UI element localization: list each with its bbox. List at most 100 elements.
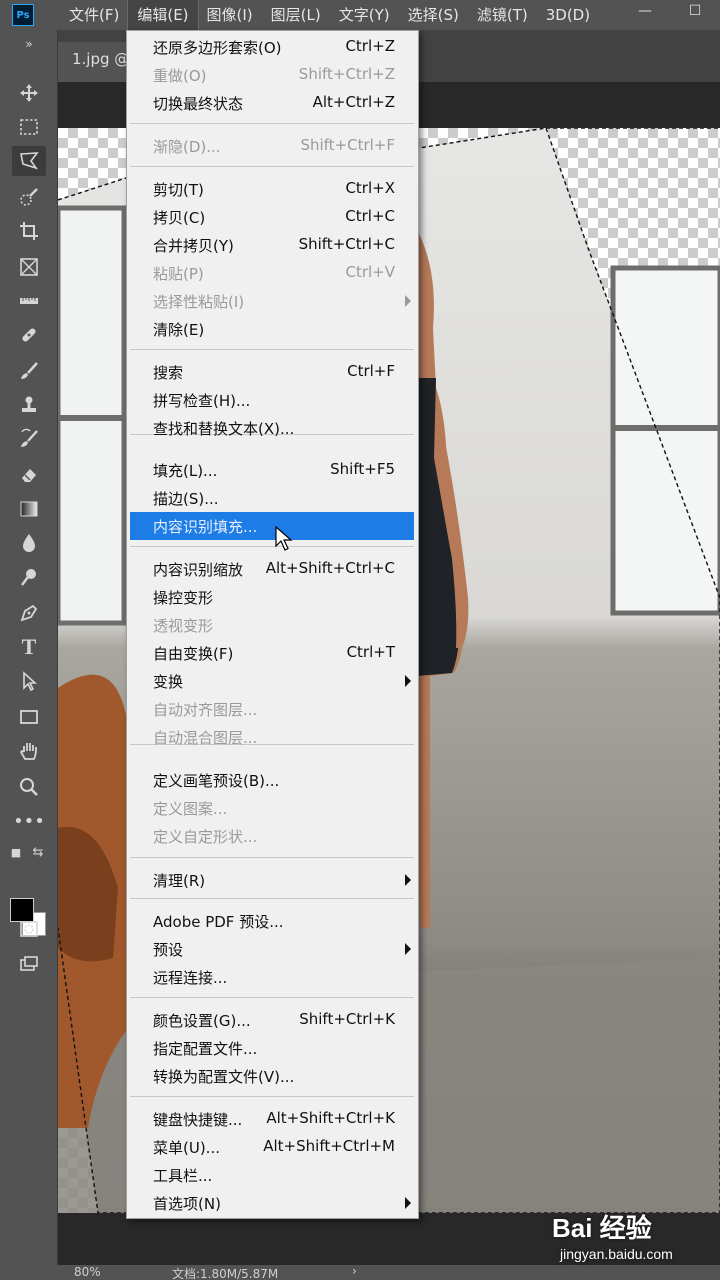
dodge-tool-icon[interactable] (12, 562, 46, 592)
type-tool-icon[interactable]: T (12, 632, 46, 662)
menu-separator (130, 349, 414, 350)
swap-colors-icon[interactable]: ⇆ (28, 842, 48, 862)
frame-tool-icon[interactable] (12, 252, 46, 282)
menu-filter[interactable]: 滤镜(T) (468, 0, 537, 30)
document-info: 文档:1.80M/5.87M (172, 1267, 279, 1280)
menu-item-preferences[interactable]: 首选项(N) (130, 1189, 414, 1217)
menu-separator (130, 857, 414, 858)
menu-item-copy[interactable]: 拷贝(C) Ctrl+C (130, 203, 414, 231)
rectangle-tool-icon[interactable] (12, 702, 46, 732)
eraser-tool-icon[interactable] (12, 460, 46, 490)
move-tool-icon[interactable] (12, 78, 46, 108)
menu-item-shortcut: Ctrl+T (346, 643, 395, 661)
menu-item-copy-merged[interactable]: 合并拷贝(Y) Shift+Ctrl+C (130, 231, 414, 259)
menu-item-undo[interactable]: 还原多边形套索(O) Ctrl+Z (130, 33, 414, 61)
menu-item-shortcut: Shift+Ctrl+F (300, 136, 395, 154)
menu-item-define-brush-preset[interactable]: 定义画笔预设(B)... (130, 766, 414, 794)
menu-item-search[interactable]: 搜索 Ctrl+F (130, 358, 414, 386)
menu-item-assign-profile[interactable]: 指定配置文件... (130, 1034, 414, 1062)
menu-item-shortcut: Alt+Shift+Ctrl+K (266, 1109, 395, 1127)
menu-item-define-custom-shape[interactable]: 定义自定形状... (130, 822, 414, 850)
menu-item-adobe-pdf-presets[interactable]: Adobe PDF 预设... (130, 907, 414, 935)
menu-item-check-spelling[interactable]: 拼写检查(H)... (130, 386, 414, 414)
menu-layer[interactable]: 图层(L) (262, 0, 330, 30)
menu-file[interactable]: 文件(F) (60, 0, 128, 30)
screen-mode-icon[interactable] (12, 950, 46, 980)
menu-item-cut[interactable]: 剪切(T) Ctrl+X (130, 175, 414, 203)
menu-type[interactable]: 文字(Y) (330, 0, 399, 30)
menu-item-menus[interactable]: 菜单(U)... Alt+Shift+Ctrl+M (130, 1133, 414, 1161)
menu-item-auto-align-layers[interactable]: 自动对齐图层... (130, 695, 414, 723)
healing-brush-tool-icon[interactable] (12, 320, 46, 350)
menu-item-content-aware-scale[interactable]: 内容识别缩放 Alt+Shift+Ctrl+C (130, 555, 414, 583)
menu-item-remote-connections[interactable]: 远程连接... (130, 963, 414, 991)
menu-item-label: 清除(E) (153, 321, 205, 339)
hand-tool-icon[interactable] (12, 736, 46, 766)
menu-item-puppet-warp[interactable]: 操控变形 (130, 583, 414, 611)
menu-item-transform[interactable]: 变换 (130, 667, 414, 695)
menu-item-free-transform[interactable]: 自由变换(F) Ctrl+T (130, 639, 414, 667)
ruler-tool-icon[interactable] (12, 286, 46, 316)
menu-item-label: 自动对齐图层... (153, 701, 258, 719)
menu-image[interactable]: 图像(I) (198, 0, 262, 30)
crop-tool-icon[interactable] (12, 216, 46, 246)
menu-item-label: 透视变形 (153, 617, 214, 635)
gradient-tool-icon[interactable] (12, 494, 46, 524)
menu-item-clear[interactable]: 清除(E) (130, 315, 414, 343)
menu-separator (130, 166, 414, 167)
menu-item-fade[interactable]: 渐隐(D)... Shift+Ctrl+F (130, 132, 414, 160)
clone-stamp-tool-icon[interactable] (12, 390, 46, 420)
menu-item-shortcut: Ctrl+V (345, 263, 395, 281)
menu-item-keyboard-shortcuts[interactable]: 键盘快捷键... Alt+Shift+Ctrl+K (130, 1105, 414, 1133)
menu-item-label: Adobe PDF 预设... (153, 913, 284, 931)
zoom-tool-icon[interactable] (12, 772, 46, 802)
menu-item-perspective-warp[interactable]: 透视变形 (130, 611, 414, 639)
blur-tool-icon[interactable] (12, 528, 46, 558)
maximize-button[interactable]: ☐ (670, 0, 720, 22)
menu-item-label: 拷贝(C) (153, 209, 206, 227)
collapse-panel-icon[interactable]: » (12, 36, 46, 52)
menu-item-paste-special[interactable]: 选择性粘贴(I) (130, 287, 414, 315)
menu-3d[interactable]: 3D(D) (537, 0, 599, 30)
menu-item-label: 剪切(T) (153, 181, 204, 199)
menu-select[interactable]: 选择(S) (399, 0, 468, 30)
menu-item-label: 指定配置文件... (153, 1040, 258, 1058)
menu-edit[interactable]: 编辑(E) (127, 0, 199, 31)
menu-item-presets[interactable]: 预设 (130, 935, 414, 963)
quick-selection-tool-icon[interactable] (12, 182, 46, 212)
menu-item-label: 远程连接... (153, 969, 228, 987)
menu-item-label: 键盘快捷键... (153, 1111, 243, 1129)
submenu-arrow-icon (405, 295, 411, 307)
menu-item-find-replace-text[interactable]: 查找和替换文本(X)... (130, 414, 414, 442)
quick-mask-icon[interactable] (12, 914, 46, 944)
menu-item-paste[interactable]: 粘贴(P) Ctrl+V (130, 259, 414, 287)
menu-item-define-pattern[interactable]: 定义图案... (130, 794, 414, 822)
more-tools-icon[interactable]: ••• (12, 806, 46, 836)
history-brush-tool-icon[interactable] (12, 424, 46, 454)
polygonal-lasso-tool-icon[interactable] (12, 146, 46, 176)
brush-tool-icon[interactable] (12, 356, 46, 386)
pen-tool-icon[interactable] (12, 598, 46, 628)
menu-item-auto-blend-layers[interactable]: 自动混合图层... (130, 723, 414, 751)
status-menu-arrow-icon[interactable]: › (352, 1264, 357, 1278)
zoom-level[interactable]: 80% (74, 1265, 101, 1279)
marquee-tool-icon[interactable] (12, 112, 46, 142)
menu-item-color-settings[interactable]: 颜色设置(G)... Shift+Ctrl+K (130, 1006, 414, 1034)
menu-item-label: 转换为配置文件(V)... (153, 1068, 295, 1086)
menu-item-redo[interactable]: 重做(O) Shift+Ctrl+Z (130, 61, 414, 89)
menu-item-shortcut: Shift+F5 (330, 460, 395, 478)
menu-item-toggle-last-state[interactable]: 切换最终状态 Alt+Ctrl+Z (130, 89, 414, 117)
menu-item-label: 自动混合图层... (153, 729, 258, 747)
menu-item-stroke[interactable]: 描边(S)... (130, 484, 414, 512)
menu-item-label: 定义画笔预设(B)... (153, 772, 280, 790)
menu-item-fill[interactable]: 填充(L)... Shift+F5 (130, 456, 414, 484)
menu-item-shortcut: Ctrl+Z (345, 37, 395, 55)
menu-item-label: 操控变形 (153, 589, 214, 607)
menu-item-convert-to-profile[interactable]: 转换为配置文件(V)... (130, 1062, 414, 1090)
path-selection-tool-icon[interactable] (12, 666, 46, 696)
default-colors-icon[interactable]: ■ (6, 842, 26, 862)
menu-item-toolbar[interactable]: 工具栏... (130, 1161, 414, 1189)
menu-item-content-aware-fill[interactable]: 内容识别填充... (130, 512, 414, 540)
minimize-button[interactable]: — (620, 0, 670, 22)
menu-item-purge[interactable]: 清理(R) (130, 866, 414, 894)
